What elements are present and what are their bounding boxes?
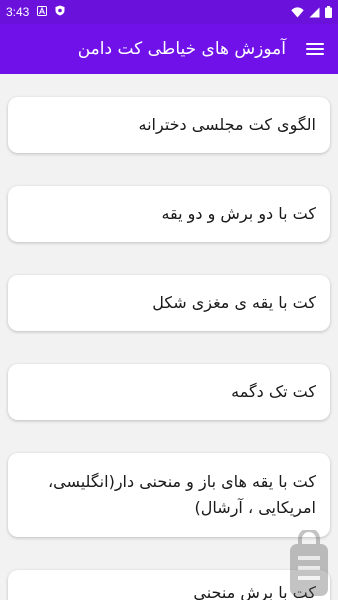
signal-icon: [309, 7, 320, 18]
list-item-label: کت با یقه های باز و منحنی دار(انگلیسی، ا…: [47, 472, 316, 517]
list-item-label: کت با یقه ی مغزی شکل: [152, 293, 316, 312]
wifi-icon: [291, 6, 304, 18]
list-item[interactable]: کت با برش منحنی: [8, 570, 330, 600]
battery-icon: [325, 6, 332, 18]
a-notification-icon: [37, 5, 48, 19]
list-item-label: کت تک دگمه: [231, 382, 316, 401]
app-screen: 3:43 آموزش های خیاطی کت دامن الگوی کت مج…: [0, 0, 338, 600]
status-bar-left: 3:43: [6, 5, 65, 19]
list-item[interactable]: کت با یقه های باز و منحنی دار(انگلیسی، ا…: [8, 453, 330, 537]
list-item[interactable]: الگوی کت مجلسی دخترانه: [8, 97, 330, 153]
list-item[interactable]: کت با دو برش و دو یقه: [8, 186, 330, 242]
list-item-label: الگوی کت مجلسی دخترانه: [138, 115, 316, 134]
hamburger-menu-icon[interactable]: [306, 40, 324, 58]
list-item[interactable]: کت با یقه ی مغزی شکل: [8, 275, 330, 331]
list-item-label: کت با برش منحنی: [193, 583, 316, 600]
shield-notification-icon: [55, 5, 65, 19]
lesson-list[interactable]: الگوی کت مجلسی دخترانه کت با دو برش و دو…: [0, 74, 338, 600]
status-time: 3:43: [6, 5, 30, 19]
list-item[interactable]: کت تک دگمه: [8, 364, 330, 420]
status-bar: 3:43: [0, 0, 338, 24]
store-logo-watermark-icon: [286, 528, 332, 598]
app-title: آموزش های خیاطی کت دامن: [77, 39, 286, 59]
status-bar-right: [291, 6, 332, 18]
list-item-label: کت با دو برش و دو یقه: [161, 204, 316, 223]
app-bar: آموزش های خیاطی کت دامن: [0, 24, 338, 74]
